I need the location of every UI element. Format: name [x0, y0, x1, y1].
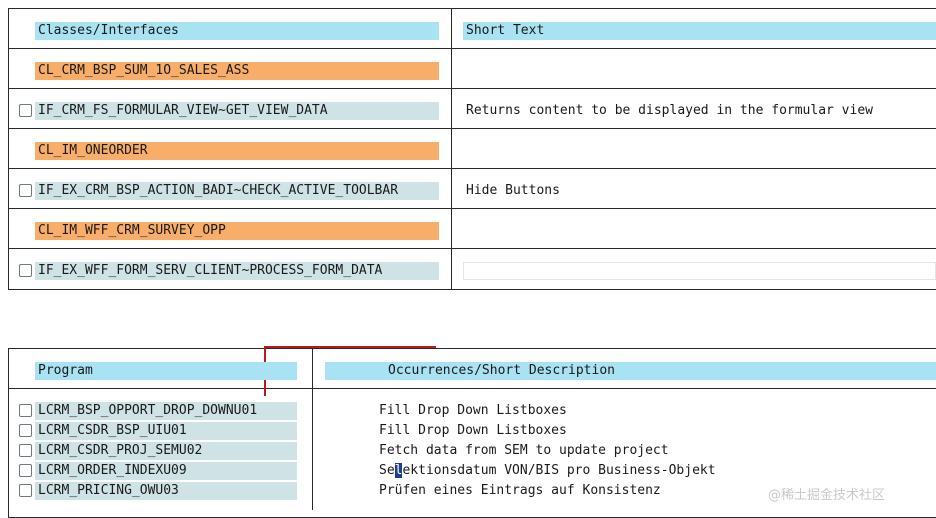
method-name-cell[interactable]: IF_CRM_FS_FORMULAR_VIEW~GET_VIEW_DATA [35, 102, 439, 120]
method-select-checkbox[interactable] [19, 264, 32, 277]
program-description-cell: Fetch data from SEM to update project [376, 442, 936, 460]
class-name-cell[interactable]: CL_IM_ONEORDER [35, 142, 439, 160]
program-description-cell: Selektionsdatum VON/BIS pro Business-Obj… [376, 462, 936, 480]
program-description-cell: Fill Drop Down Listboxes [376, 402, 936, 420]
description-text: Se [379, 463, 395, 478]
watermark: @稀土掘金技术社区 [768, 488, 886, 503]
method-name-cell[interactable]: IF_EX_CRM_BSP_ACTION_BADI~CHECK_ACTIVE_T… [35, 182, 439, 200]
program-description-cell: Fill Drop Down Listboxes [376, 422, 936, 440]
program-name-cell[interactable]: LCRM_CSDR_BSP_UIU01 [35, 422, 297, 440]
occurrences-column-header: Occurrences/Short Description [325, 362, 936, 380]
method-select-checkbox[interactable] [19, 104, 32, 117]
classes-table-row-divider [8, 48, 936, 49]
program-select-checkbox[interactable] [19, 464, 32, 477]
class-name-cell[interactable]: CL_CRM_BSP_SUM_1O_SALES_ASS [35, 62, 439, 80]
program-select-checkbox[interactable] [19, 484, 32, 497]
classes-table-row-divider [8, 168, 936, 169]
method-select-checkbox[interactable] [19, 184, 32, 197]
program-name-cell[interactable]: LCRM_ORDER_INDEXU09 [35, 462, 297, 480]
annotation-line [264, 346, 436, 348]
program-select-checkbox[interactable] [19, 444, 32, 457]
classes-table-row-divider [8, 248, 936, 249]
program-select-checkbox[interactable] [19, 404, 32, 417]
programs-table-column-divider [312, 348, 313, 510]
classes-table-row-divider [8, 88, 936, 89]
short-text-cell: Hide Buttons [463, 182, 936, 200]
program-name-cell[interactable]: LCRM_PRICING_OWU03 [35, 482, 297, 500]
short-text-cell [463, 262, 936, 280]
program-select-checkbox[interactable] [19, 424, 32, 437]
program-column-header: Program [35, 362, 297, 380]
classes-table-row-divider [8, 208, 936, 209]
programs-table-header-divider [8, 388, 936, 389]
class-name-cell[interactable]: CL_IM_WFF_CRM_SURVEY_OPP [35, 222, 439, 240]
classes-table-row-divider [8, 128, 936, 129]
program-name-cell[interactable]: LCRM_CSDR_PROJ_SEMU02 [35, 442, 297, 460]
classes-column-header: Classes/Interfaces [35, 22, 439, 40]
short-text-column-header: Short Text [463, 22, 936, 40]
short-text-cell: Returns content to be displayed in the f… [463, 102, 936, 120]
description-text: ektionsdatum VON/BIS pro Business-Objekt [402, 463, 716, 478]
method-name-cell[interactable]: IF_EX_WFF_FORM_SERV_CLIENT~PROCESS_FORM_… [35, 262, 439, 280]
program-name-cell[interactable]: LCRM_BSP_OPPORT_DROP_DOWNU01 [35, 402, 297, 420]
